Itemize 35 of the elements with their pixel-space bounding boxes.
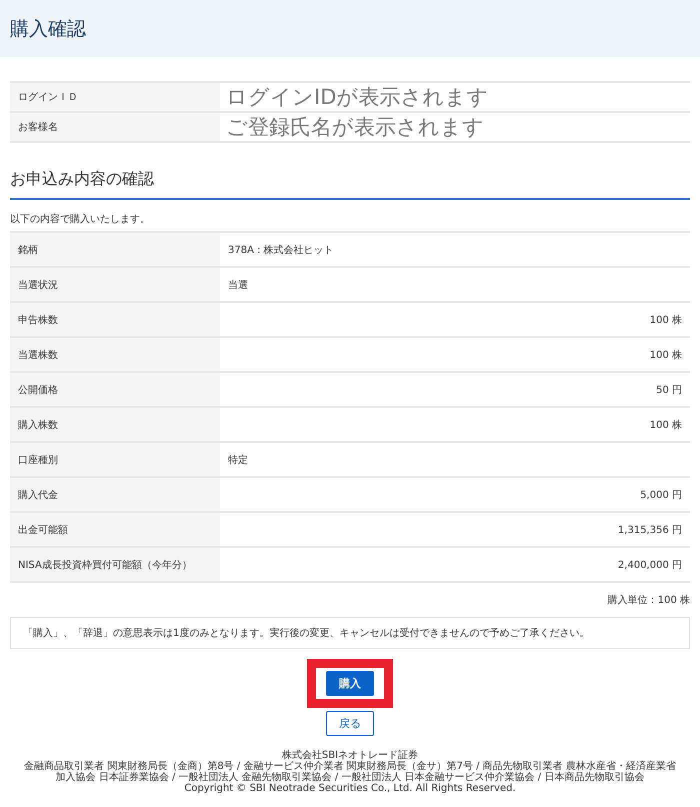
field-value: 当選	[220, 267, 690, 302]
field-value: 5,000 円	[220, 477, 690, 512]
field-label: 銘柄	[10, 232, 220, 267]
back-button[interactable]: 戻る	[326, 711, 374, 736]
footer-text: 金融商品取引業者 関東財務局長（金商）第8号 / 金融サービス仲介業者 関東財務局長（金サ）第7号 / 商品先物取引業者 農林水産省・経済産業省	[23, 761, 677, 772]
field-label: 公開価格	[10, 372, 220, 407]
field-label: 当選株数	[10, 337, 220, 372]
field-value: 100 株	[220, 337, 690, 372]
field-value: 378A : 株式会社ヒット	[220, 232, 690, 267]
intro-text: 以下の内容で購入いたします。	[10, 212, 151, 226]
notice-box: 「購入」、「辞退」の意思表示は1度のみとなります。実行後の変更、キャンセルは受付できませんので予めご了承ください。	[10, 617, 690, 649]
field-value: ログインIDが表示されます	[220, 82, 690, 112]
field-value: 100 株	[220, 407, 690, 442]
field-label: ログインＩＤ	[10, 82, 220, 112]
field-label: 当選状況	[10, 267, 220, 302]
section-heading: お申込み内容の確認	[10, 169, 690, 200]
page-title: 購入確認	[10, 16, 86, 42]
field-label: 購入代金	[10, 477, 220, 512]
field-value: 50 円	[220, 372, 690, 407]
field-value: 特定	[220, 442, 690, 477]
field-label: 出金可能額	[10, 512, 220, 547]
footer-text: 加入協会 日本証券業協会 / 一般社団法人 金融先物取引業協会 / 一般社団法人 日本金融サービス仲介業協会 / 日本商品先物取引協会	[54, 772, 646, 783]
purchase-button[interactable]: 購入	[326, 671, 374, 696]
field-label: NISA成長投資枠買付可能額（今年分）	[10, 547, 220, 582]
footer-text: Copyright © SBI Neotrade Securities Co., Ltd. All Rights Reserved.	[183, 783, 517, 794]
field-label: 購入株数	[10, 407, 220, 442]
field-value: ご登録氏名が表示されます	[220, 112, 690, 142]
field-label: 申告株数	[10, 302, 220, 337]
unit-note: 購入単位：100 株	[606, 594, 690, 607]
field-label: 口座種別	[10, 442, 220, 477]
field-value: 2,400,000 円	[220, 547, 690, 582]
field-value: 100 株	[220, 302, 690, 337]
field-label: お客様名	[10, 112, 220, 142]
footer-text: 株式会社SBIネオトレード証券	[280, 750, 420, 761]
field-value: 1,315,356 円	[220, 512, 690, 547]
